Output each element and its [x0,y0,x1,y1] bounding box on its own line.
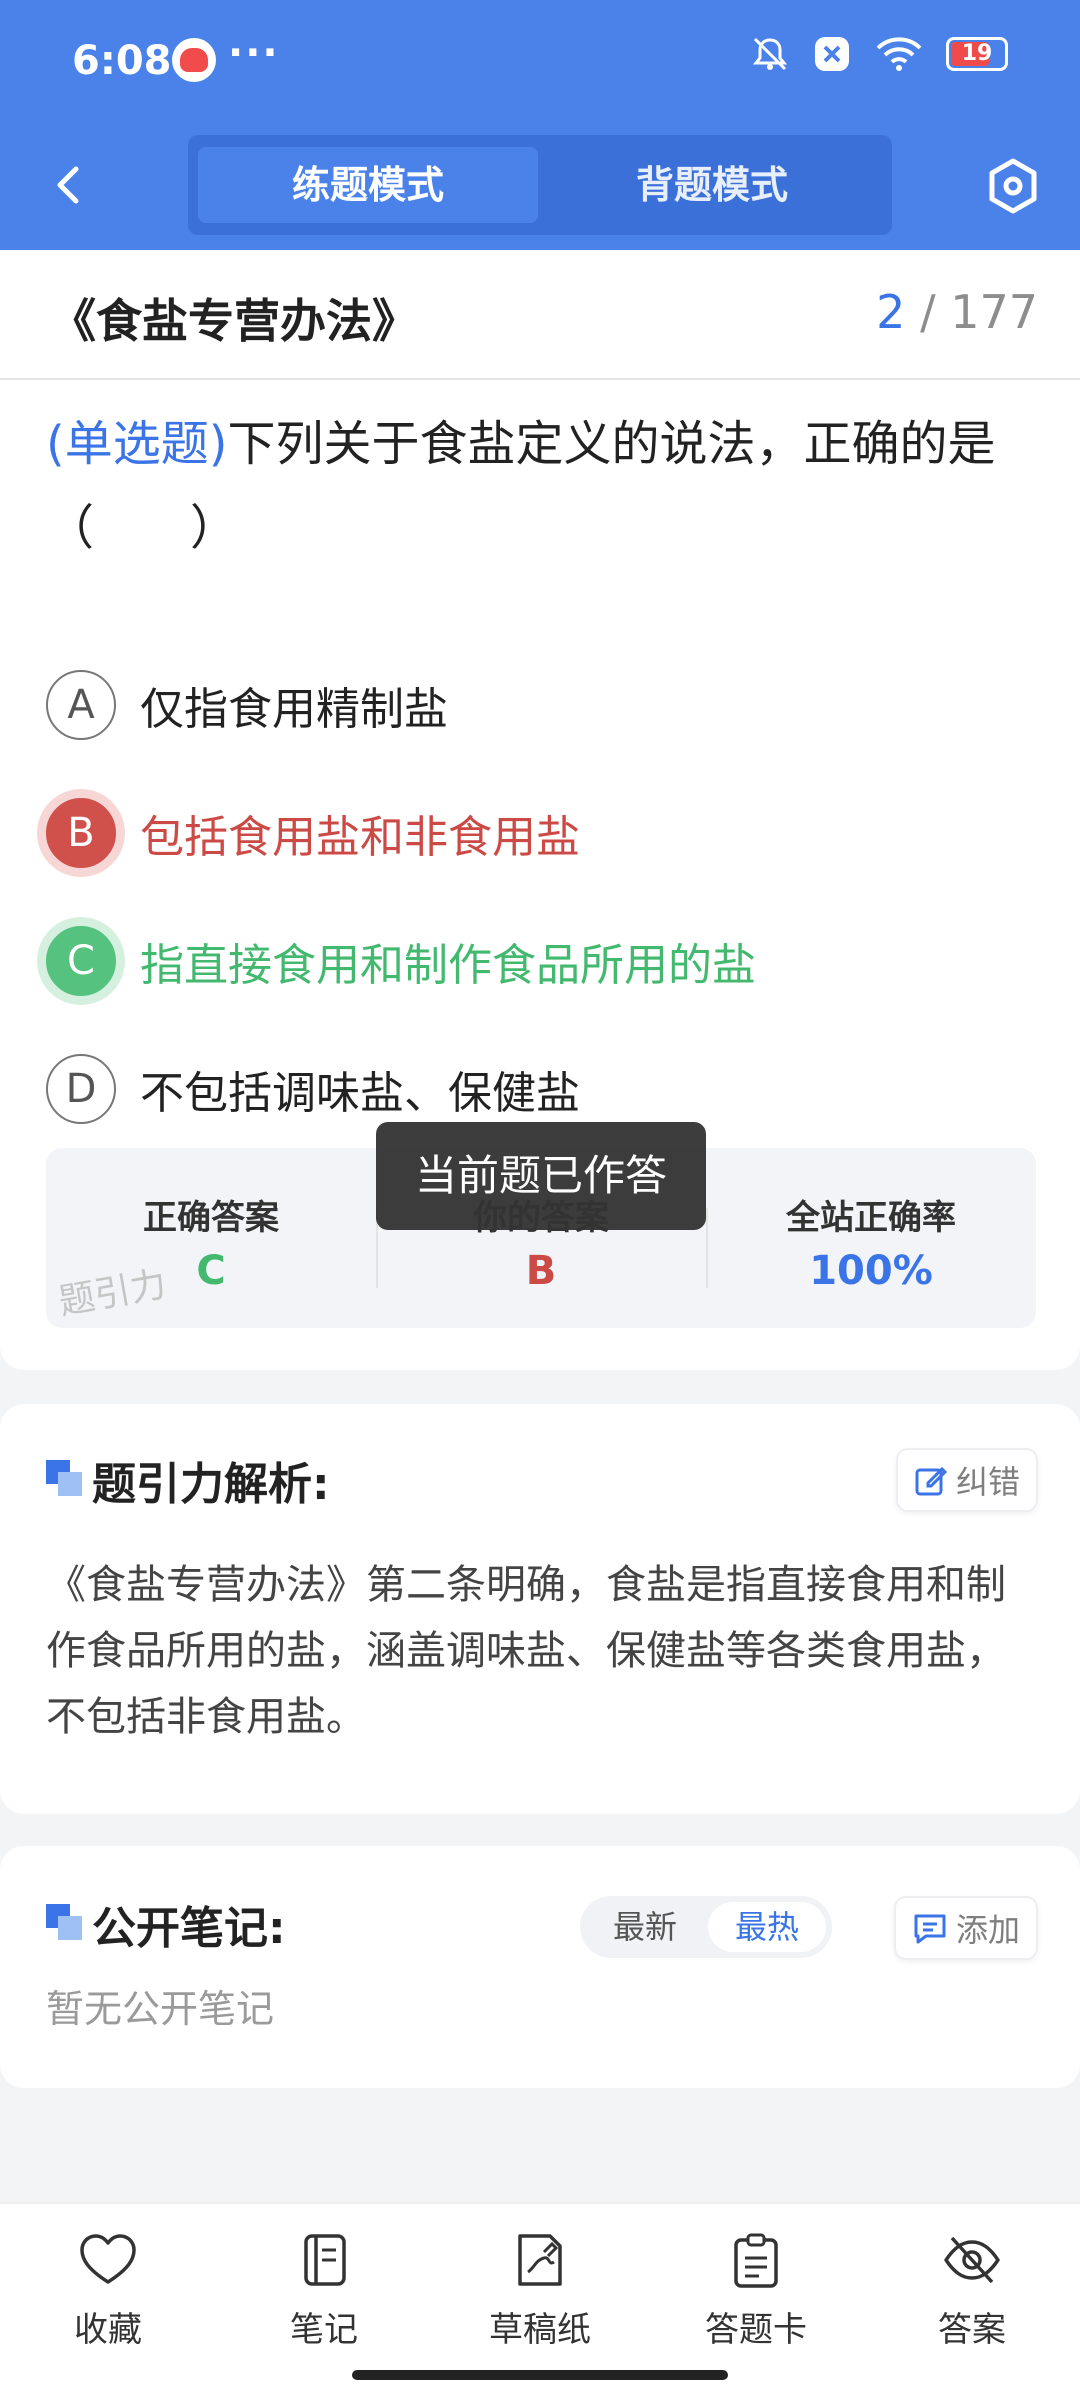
edit-icon [915,1466,948,1496]
analysis-card: 题引力解析: 纠错 《食盐专营办法》第二条明确，食盐是指直接食用和制作食品所用的… [0,1404,1080,1814]
stat-yours-value: B [525,1248,557,1294]
progress-total: / 177 [920,285,1038,339]
notes-card: 公开笔记: 最新 最热 添加 暂无公开笔记 [0,1846,1080,2088]
stat-rate-label: 全站正确率 [786,1198,956,1238]
report-error-button[interactable]: 纠错 [895,1448,1038,1512]
eye-off-icon [944,2236,1000,2284]
favorite-button[interactable]: 收藏 [28,2232,188,2351]
empty-notes-text: 暂无公开笔记 [46,1987,275,2031]
analysis-text: 《食盐专营办法》第二条明确，食盐是指直接食用和制作食品所用的盐，涵盖调味盐、保健… [46,1562,1006,1740]
option-a-text: 仅指食用精制盐 [140,684,448,735]
tab-memorize-mode[interactable]: 背题模式 [542,147,882,223]
comment-icon [914,1914,946,1944]
question-card: 《食盐专营办法》 2 / 177 (单选题)下列关于食盐定义的说法，正确的是（ … [0,250,1080,1370]
notes-sort-toggle: 最新 最热 [580,1896,832,1958]
battery-icon: 19 [946,37,1008,71]
add-note-button[interactable]: 添加 [893,1896,1038,1960]
question-progress[interactable]: 2 / 177 [876,285,1038,339]
more-notifications-icon: ··· [228,30,280,76]
notebook-icon [304,2234,346,2286]
draft-paper-label: 草稿纸 [489,2310,591,2350]
favorite-label: 收藏 [74,2310,142,2350]
question-stem: (单选题)下列关于食盐定义的说法，正确的是（ ） [46,402,1046,570]
answer-sheet-button[interactable]: 答题卡 [676,2232,836,2351]
stat-site-accuracy: 全站正确率 100% [706,1148,1036,1328]
section-square-icon [46,1904,82,1940]
option-d-bubble: D [46,1054,116,1124]
report-error-label: 纠错 [955,1463,1020,1501]
app-notification-icon [172,38,216,82]
analysis-title: 题引力解析: [92,1459,330,1510]
wifi-icon [876,37,922,71]
back-icon[interactable] [40,155,100,215]
answer-sheet-label: 答题卡 [705,2310,807,2350]
document-title: 《食盐专营办法》 [50,294,418,348]
clipboard-icon [734,2233,778,2288]
notes-title: 公开笔记: [92,1903,286,1954]
question-type: (单选题) [46,416,228,472]
option-b[interactable]: B 包括食用盐和非食用盐 [46,788,1046,878]
sort-newest-tab[interactable]: 最新 [586,1902,704,1952]
option-b-text: 包括食用盐和非食用盐 [140,812,580,863]
status-time: 6:08 [72,38,172,84]
option-c-text: 指直接食用和制作食品所用的盐 [140,940,756,991]
heart-icon [80,2234,136,2284]
mute-bell-icon [752,37,788,71]
toast-message: 当前题已作答 [376,1122,706,1230]
notes-label: 笔记 [290,2310,358,2350]
sort-hottest-tab[interactable]: 最热 [708,1902,826,1952]
option-d-text: 不包括调味盐、保健盐 [140,1068,580,1119]
option-d[interactable]: D 不包括调味盐、保健盐 [46,1044,1046,1134]
option-a[interactable]: A 仅指食用精制盐 [46,660,1046,750]
battery-level: 19 [961,41,993,66]
add-note-label: 添加 [955,1911,1020,1949]
section-square-icon [46,1460,82,1496]
home-indicator[interactable] [352,2370,728,2380]
status-bar: 6:08 ··· 19 [0,0,1080,125]
stat-correct-label: 正确答案 [143,1198,279,1238]
show-answer-label: 答案 [938,2310,1006,2350]
show-answer-button[interactable]: 答案 [892,2232,1052,2351]
close-box-icon [815,37,849,71]
option-c[interactable]: C 指直接食用和制作食品所用的盐 [46,916,1046,1006]
divider [0,378,1080,380]
stat-rate-value: 100% [809,1248,933,1294]
top-header: 练题模式 背题模式 [0,125,1080,250]
option-b-bubble: B [46,798,116,868]
settings-icon[interactable] [982,155,1044,217]
draft-icon [518,2234,562,2286]
mode-switcher: 练题模式 背题模式 [188,135,892,235]
draft-paper-button[interactable]: 草稿纸 [460,2232,620,2351]
notes-button[interactable]: 笔记 [244,2232,404,2351]
progress-current: 2 [876,285,906,339]
option-a-bubble: A [46,670,116,740]
tab-practice-mode[interactable]: 练题模式 [198,147,538,223]
option-c-bubble: C [46,926,116,996]
